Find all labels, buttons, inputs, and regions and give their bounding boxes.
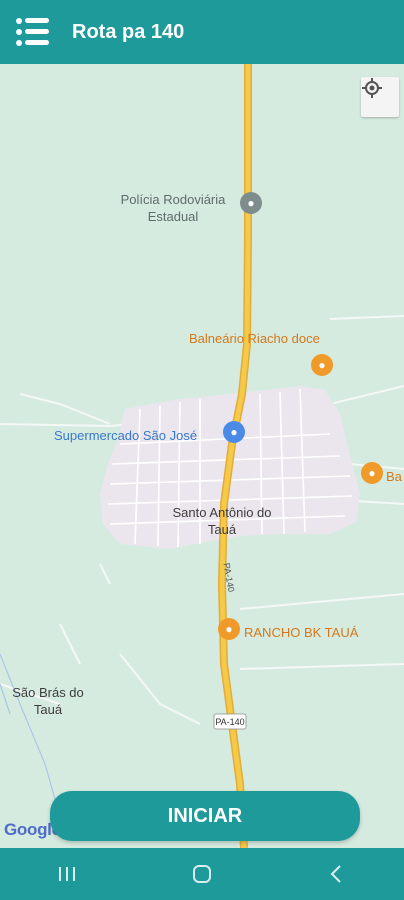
label-rancho-bk-taua: RANCHO BK TAUÁ <box>244 625 359 640</box>
back-button[interactable] <box>307 854 367 894</box>
recents-button[interactable] <box>37 854 97 894</box>
label-supermercado: Supermercado São José <box>54 428 198 443</box>
label-policia-rodoviaria: Polícia Rodoviária Estadual <box>120 192 226 224</box>
home-button[interactable] <box>172 854 232 894</box>
map-canvas: PA-140 PA-140 <box>0 64 404 848</box>
label-santo-antonio-do-taua: Santo Antônio do Tauá <box>172 505 272 537</box>
label-sao-bras-do-taua: São Brás do Tauá <box>12 685 84 717</box>
menu-button[interactable] <box>16 17 52 47</box>
start-button[interactable]: INICIAR <box>50 791 360 841</box>
restaurant-pin-icon[interactable]: ● <box>218 618 240 640</box>
page-title: Rota pa 140 <box>72 20 185 43</box>
road-shield-pa140: PA-140 <box>215 717 244 727</box>
label-partial-poi: Ba <box>386 469 402 484</box>
label-balneario: Balneário Riacho doce <box>189 331 320 346</box>
recents-icon <box>59 867 76 881</box>
back-icon <box>330 865 341 883</box>
map-view[interactable]: PA-140 PA-140 Polícia Rodoviária Estadua… <box>0 64 404 848</box>
my-location-button[interactable] <box>361 77 399 117</box>
shopping-cart-pin-icon[interactable]: ● <box>223 421 245 443</box>
system-nav-bar <box>0 848 404 900</box>
restaurant-pin-icon[interactable]: ● <box>311 354 333 376</box>
home-icon <box>192 865 211 883</box>
police-pin-icon[interactable]: ● <box>240 192 262 214</box>
my-location-icon <box>362 78 382 98</box>
restaurant-pin-icon[interactable]: ● <box>361 462 383 484</box>
app-bar: Rota pa 140 <box>0 0 404 64</box>
